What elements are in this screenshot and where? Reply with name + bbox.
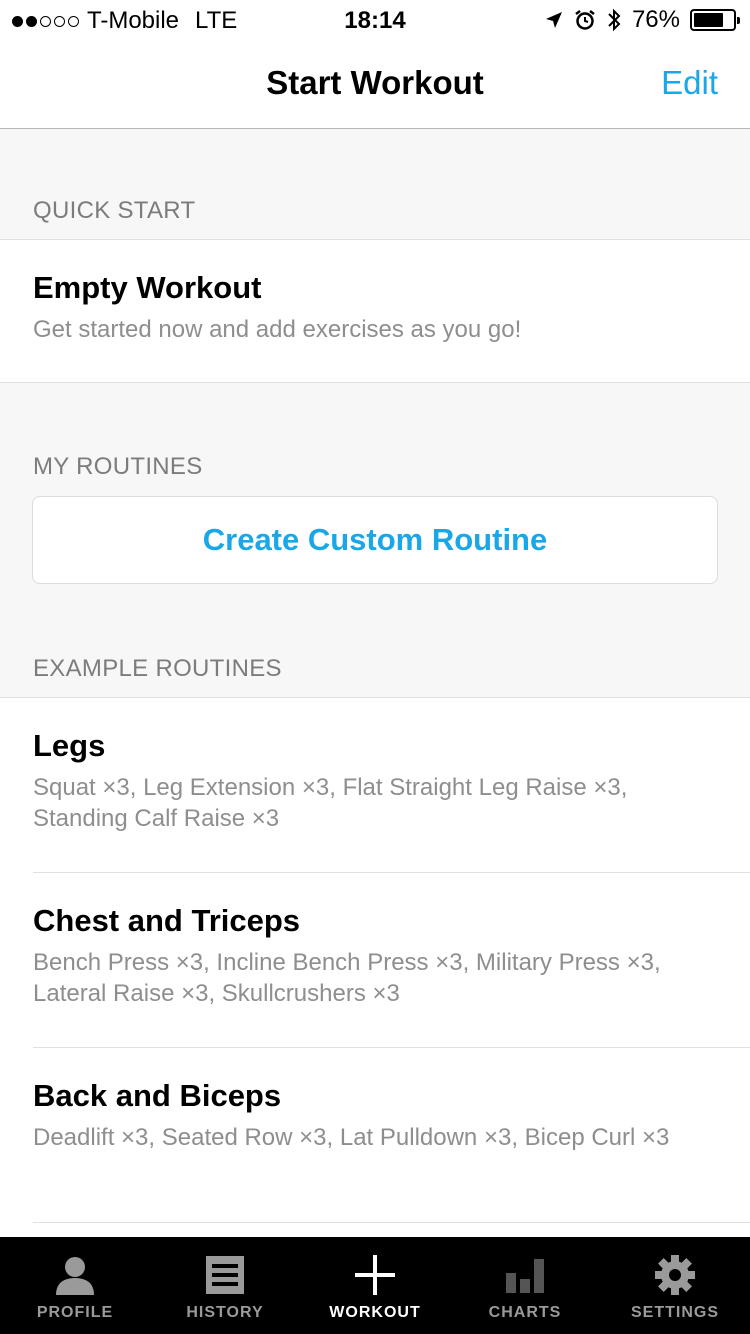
status-right: 76% <box>544 6 740 34</box>
routine-title: Legs <box>33 728 106 763</box>
routine-item-legs[interactable]: Legs Squat ×3, Leg Extension ×3, Flat St… <box>0 698 750 873</box>
routine-title: Chest and Triceps <box>33 903 301 938</box>
profile-icon <box>53 1253 97 1297</box>
page-title: Start Workout <box>266 64 484 101</box>
tab-workout[interactable]: WORKOUT <box>300 1237 450 1334</box>
tab-charts[interactable]: CHARTS <box>450 1237 600 1334</box>
routine-exercises: Deadlift ×3, Seated Row ×3, Lat Pulldown… <box>33 1124 670 1151</box>
routine-exercises: Bench Press ×3, Incline Bench Press ×3, … <box>33 949 661 1007</box>
example-routines-header: EXAMPLE ROUTINES <box>33 655 282 682</box>
tab-history[interactable]: HISTORY <box>150 1237 300 1334</box>
tab-label: SETTINGS <box>630 1304 719 1321</box>
my-routines-header: MY ROUTINES <box>33 453 203 480</box>
routine-item-back-and-biceps[interactable]: Back and Biceps Deadlift ×3, Seated Row … <box>0 1048 750 1223</box>
plus-icon <box>353 1253 397 1297</box>
tab-label: PROFILE <box>36 1304 114 1321</box>
tab-settings[interactable]: SETTINGS <box>600 1237 750 1334</box>
battery-fill <box>694 13 723 27</box>
routine-item-chest-and-triceps[interactable]: Chest and Triceps Bench Press ×3, Inclin… <box>0 873 750 1048</box>
location-arrow-icon <box>545 12 562 28</box>
gear-icon <box>653 1253 697 1297</box>
bluetooth-icon <box>608 8 621 32</box>
status-bar: T-Mobile LTE 18:14 76% <box>0 0 750 40</box>
charts-icon <box>503 1253 547 1297</box>
alarm-clock-icon <box>575 10 595 30</box>
empty-workout-subtitle: Get started now and add exercises as you… <box>33 316 522 343</box>
start-workout-screen: T-Mobile LTE 18:14 76% Start Workout Edi… <box>0 0 750 1334</box>
tab-label: WORKOUT <box>329 1304 421 1321</box>
quick-start-header: QUICK START <box>33 197 196 224</box>
tab-label: HISTORY <box>186 1304 264 1321</box>
tab-profile[interactable]: PROFILE <box>0 1237 150 1334</box>
edit-button[interactable]: Edit <box>661 64 718 102</box>
history-icon <box>203 1253 247 1297</box>
empty-workout-title: Empty Workout <box>33 270 262 305</box>
tab-label: CHARTS <box>488 1304 562 1321</box>
empty-workout-row[interactable]: Empty Workout Get started now and add ex… <box>0 239 750 383</box>
battery-icon <box>690 9 740 31</box>
row-divider <box>33 1222 750 1223</box>
navigation-bar: Start Workout Edit <box>0 40 750 129</box>
routine-title: Back and Biceps <box>33 1078 282 1113</box>
routine-exercises: Squat ×3, Leg Extension ×3, Flat Straigh… <box>33 774 628 832</box>
create-custom-routine-button[interactable]: Create Custom Routine <box>32 496 718 584</box>
tab-bar: PROFILE HISTORY WORKOUT CHARTS SETTINGS <box>0 1237 750 1334</box>
battery-percent: 76% <box>631 6 680 33</box>
example-routines-list: Legs Squat ×3, Leg Extension ×3, Flat St… <box>0 697 750 1237</box>
